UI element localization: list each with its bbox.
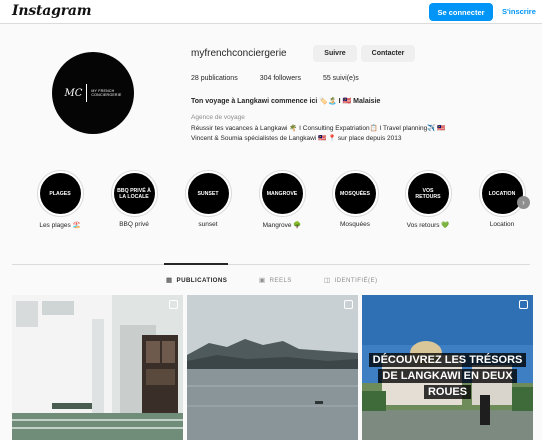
tab-reels[interactable]: ▣ REELS xyxy=(259,276,292,285)
bio-line: Réussir tes vacances à Langkawi 🌴 I Cons… xyxy=(191,125,446,132)
highlight-vos-retours[interactable]: VOS RETOURS Vos retours 💚 xyxy=(400,170,456,229)
tab-publications[interactable]: ▦ PUBLICATIONS xyxy=(166,276,228,285)
multi-image-icon xyxy=(344,300,353,309)
bio-title: Ton voyage à Langkawi commence ici 🏷️🏝️ … xyxy=(191,98,381,105)
multi-image-icon xyxy=(519,300,528,309)
highlight-ring: SUNSET xyxy=(184,170,232,217)
top-bar: Instagram Se connecter S'inscrire xyxy=(0,0,542,24)
highlight-cover: VOS RETOURS xyxy=(407,173,449,214)
profile-username: myfrenchconciergerie xyxy=(191,48,287,59)
reels-icon: ▣ xyxy=(259,277,266,284)
follow-button[interactable]: Suivre xyxy=(313,45,357,62)
avatar-monogram: MC xyxy=(64,87,83,99)
chevron-right-icon[interactable]: › xyxy=(517,196,530,209)
highlight-label: Les plages 🏖️ xyxy=(39,222,81,229)
highlight-label: BBQ privé xyxy=(119,221,149,228)
post-image xyxy=(12,295,183,440)
tab-label: REELS xyxy=(269,276,292,284)
followers-count[interactable]: 304 followers xyxy=(260,75,301,82)
tab-tagged[interactable]: ◫ IDENTIFIÉ(E) xyxy=(324,276,378,285)
tab-label: IDENTIFIÉ(E) xyxy=(334,276,378,284)
highlight-mangrove[interactable]: MANGROVE Mangrove 🌳 xyxy=(254,170,310,229)
highlight-ring: LOCATION xyxy=(478,170,526,217)
post-image xyxy=(187,295,358,440)
highlight-cover: MOSQUÉES xyxy=(334,173,376,214)
highlight-cover: PLAGES xyxy=(39,173,81,214)
bio-category: Agence de voyage xyxy=(191,114,245,121)
post-thumbnail-mosque-interior[interactable] xyxy=(12,295,183,440)
highlight-cover: LOCATION xyxy=(481,173,523,214)
avatar-brand-text: MY FRENCH CONCIERGERIE xyxy=(91,89,121,98)
tagged-icon: ◫ xyxy=(324,277,331,284)
bio-line: Vincent & Soumia spécialistes de Langkaw… xyxy=(191,135,402,142)
contact-button[interactable]: Contacter xyxy=(361,45,415,62)
overlay-line: DE LANGKAWI EN DEUX xyxy=(378,369,517,383)
highlight-ring: MOSQUÉES xyxy=(331,170,379,217)
profile-stats: 28 publications 304 followers 55 suivi(e… xyxy=(191,75,381,82)
highlight-mosquees[interactable]: MOSQUÉES Mosquées xyxy=(327,170,383,228)
highlight-cover: MANGROVE xyxy=(261,173,303,214)
post-thumbnail-lake[interactable] xyxy=(187,295,358,440)
highlight-ring: MANGROVE xyxy=(258,170,306,217)
following-count[interactable]: 55 suivi(e)s xyxy=(323,75,359,82)
instagram-logo[interactable]: Instagram xyxy=(12,3,92,19)
highlight-label: sunset xyxy=(198,221,218,228)
highlight-plages[interactable]: PLAGES Les plages 🏖️ xyxy=(32,170,88,229)
highlight-bbq[interactable]: BBQ PRIVÉ À LA LOCALE BBQ privé xyxy=(106,170,162,228)
post-thumbnail-mosque-road[interactable]: DÉCOUVREZ LES TRÉSORS DE LANGKAWI EN DEU… xyxy=(362,295,533,440)
highlight-label: Mangrove 🌳 xyxy=(262,222,302,229)
highlight-label: Vos retours 💚 xyxy=(406,222,450,229)
highlight-sunset[interactable]: SUNSET sunset xyxy=(180,170,236,228)
publications-count: 28 publications xyxy=(191,75,238,82)
overlay-line: ROUES xyxy=(423,385,472,399)
profile-avatar[interactable]: MC MY FRENCH CONCIERGERIE xyxy=(52,52,134,134)
active-tab-indicator xyxy=(164,263,228,265)
highlight-label: Mosquées xyxy=(340,221,370,228)
tab-label: PUBLICATIONS xyxy=(176,276,228,284)
avatar-brand-line2: CONCIERGERIE xyxy=(91,93,122,97)
multi-image-icon xyxy=(169,300,178,309)
avatar-divider xyxy=(86,84,88,102)
signup-link[interactable]: S'inscrire xyxy=(502,7,536,16)
avatar-brand-line1: MY FRENCH xyxy=(91,88,115,93)
highlight-ring: BBQ PRIVÉ À LA LOCALE xyxy=(110,170,158,217)
highlight-label: Location xyxy=(489,221,515,228)
post-overlay-text: DÉCOUVREZ LES TRÉSORS DE LANGKAWI EN DEU… xyxy=(362,352,533,400)
tabs-divider xyxy=(12,264,530,265)
overlay-line: DÉCOUVREZ LES TRÉSORS xyxy=(368,353,527,367)
highlight-ring: PLAGES xyxy=(36,170,84,217)
highlight-cover: SUNSET xyxy=(187,173,229,214)
login-button[interactable]: Se connecter xyxy=(429,3,493,21)
highlight-cover: BBQ PRIVÉ À LA LOCALE xyxy=(113,173,155,214)
grid-icon: ▦ xyxy=(166,277,173,284)
highlight-ring: VOS RETOURS xyxy=(404,170,452,217)
